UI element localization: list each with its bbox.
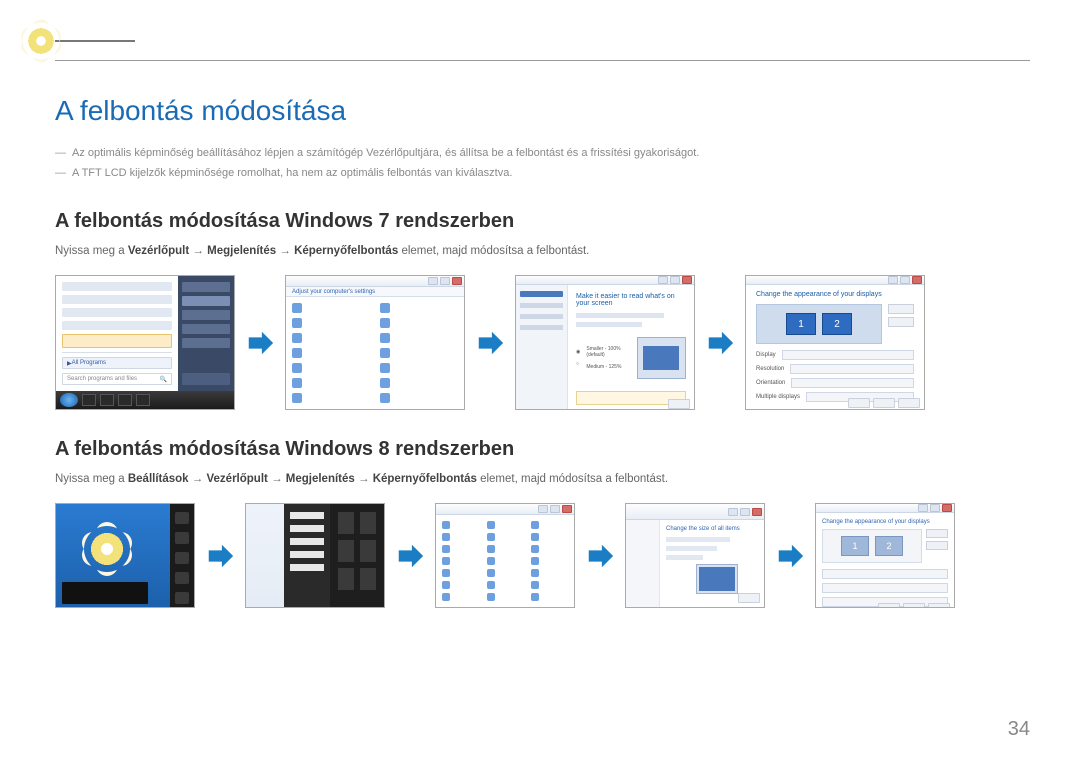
path-segment: Beállítások: [128, 473, 189, 485]
step-arrow-icon: [585, 541, 615, 571]
step-arrow-icon: [475, 328, 505, 358]
header-rule: [55, 60, 1030, 61]
screenshot-resolution-8: Change the appearance of your displays 1…: [815, 503, 955, 608]
screenshot-desktop-charms: [55, 503, 195, 608]
screenshot-settings-charm: [245, 503, 385, 608]
instr-prefix: Nyissa meg a: [55, 245, 128, 257]
instruction-win8: Nyissa meg a Beállítások → Vezérlőpult →…: [55, 473, 1030, 485]
arrow-icon: →: [358, 473, 370, 485]
arrow-icon: →: [279, 245, 291, 257]
control-panel-grid: [286, 297, 464, 409]
note-dash: ―: [55, 165, 66, 183]
display-content: Make it easier to read what's on your sc…: [568, 285, 694, 410]
step-arrow-icon: [395, 541, 425, 571]
window-subtitle: Adjust your computer's settings: [286, 287, 464, 297]
path-segment: Megjelenítés: [286, 473, 355, 485]
step-arrow-icon: [245, 328, 275, 358]
note-dash: ―: [55, 145, 66, 163]
taskbar: [56, 391, 234, 409]
path-segment: Képernyőfelbontás: [373, 473, 477, 485]
instr-prefix: Nyissa meg a: [55, 473, 128, 485]
start-menu-list: ▶ All Programs Search programs and files…: [56, 276, 178, 391]
flow-win8: Change the size of all items Change the …: [55, 503, 1030, 608]
path-segment: Vezérlőpult: [207, 473, 268, 485]
start-menu-sidebar: [178, 276, 234, 391]
search-box: Search programs and files🔍: [62, 373, 172, 385]
arrow-icon: →: [192, 473, 204, 485]
screenshot-display-8: Change the size of all items: [625, 503, 765, 608]
all-programs: ▶ All Programs: [62, 357, 172, 369]
flower-icon: [84, 526, 130, 572]
step-arrow-icon: [205, 541, 235, 571]
page-title: A felbontás módosítása: [55, 95, 1030, 127]
instr-suffix: elemet, majd módosítsa a felbontást.: [401, 245, 589, 257]
path-segment: Megjelenítés: [207, 245, 276, 257]
monitor-preview-icon: [637, 337, 686, 379]
arrow-icon: →: [271, 473, 283, 485]
section-heading-win7: A felbontás módosítása Windows 7 rendsze…: [55, 210, 1030, 233]
header-stub: [55, 40, 135, 42]
charms-bar: [170, 504, 194, 608]
step-arrow-icon: [775, 541, 805, 571]
section-heading-win8: A felbontás módosítása Windows 8 rendsze…: [55, 438, 1030, 461]
screenshot-resolution: Change the appearance of your displays 1…: [745, 275, 925, 410]
path-segment: Képernyőfelbontás: [294, 245, 398, 257]
instr-suffix: elemet, majd módosítsa a felbontást.: [480, 473, 668, 485]
arrow-icon: →: [192, 245, 204, 257]
nav-sidebar: [516, 285, 568, 410]
note-text: A TFT LCD kijelzők képminősége romolhat,…: [72, 165, 512, 183]
start-orb-icon: [60, 393, 78, 407]
flow-win7: ▶ All Programs Search programs and files…: [55, 275, 1030, 410]
instruction-win7: Nyissa meg a Vezérlőpult → Megjelenítés …: [55, 245, 1030, 257]
screenshot-display: Make it easier to read what's on your sc…: [515, 275, 695, 410]
page-number: 34: [1008, 718, 1030, 741]
screenshot-start-menu: ▶ All Programs Search programs and files…: [55, 275, 235, 410]
note-1: ― Az optimális képminőség beállításához …: [55, 145, 1030, 163]
step-arrow-icon: [705, 328, 735, 358]
note-2: ― A TFT LCD kijelzők képminősége romolha…: [55, 165, 1030, 183]
screenshot-control-panel: Adjust your computer's settings: [285, 275, 465, 410]
monitor-preview-icon: [696, 564, 738, 594]
screenshot-control-panel-8: [435, 503, 575, 608]
path-segment: Vezérlőpult: [128, 245, 189, 257]
note-text: Az optimális képminőség beállításához lé…: [72, 145, 699, 163]
